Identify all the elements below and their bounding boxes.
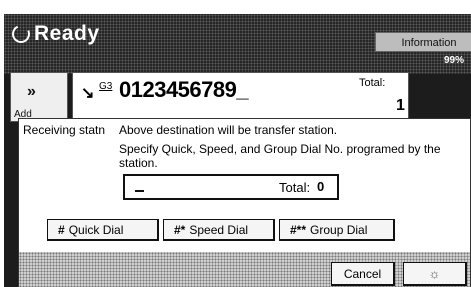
group-dial-icon: #** [290, 223, 307, 237]
group-dial-label: Group Dial [310, 223, 368, 237]
input-cursor [135, 190, 144, 192]
input-total-label: Total: [279, 180, 311, 195]
quick-dial-icon: # [58, 223, 65, 237]
quick-dial-button[interactable]: # Quick Dial [47, 219, 159, 241]
speed-dial-button[interactable]: #* Speed Dial [163, 219, 275, 241]
total-value: 1 [396, 97, 405, 114]
total-label: Total: [359, 77, 386, 89]
fax-number: 0123456789_ [119, 77, 249, 102]
status-title: Ready [34, 22, 100, 45]
copier-screen: Ready Information 99% » Add ↘ G3 0123456… [4, 14, 471, 287]
quick-dial-label: Quick Dial [68, 223, 124, 237]
group-dial-button[interactable]: #** Group Dial [279, 219, 395, 241]
speed-dial-icon: #* [174, 223, 186, 237]
memory-percent: 99% [444, 55, 465, 66]
receiving-station-dialog: Receiving statn Above destination will b… [18, 118, 471, 287]
dialog-message-line1: Above destination will be transfer stati… [119, 123, 338, 137]
ok-button[interactable]: ☼ [403, 262, 467, 286]
add-arrow-icon: » [27, 83, 36, 100]
dial-number-input[interactable]: Total: 0 [123, 174, 339, 200]
add-destination-button[interactable]: » Add [10, 72, 68, 122]
speed-dial-label: Speed Dial [189, 223, 249, 237]
dialog-message-line2: Specify Quick, Speed, and Group Dial No.… [119, 142, 441, 170]
cancel-button[interactable]: Cancel [331, 262, 395, 286]
dialog-title: Receiving statn [23, 123, 106, 137]
title-bar: Ready Information 99% [4, 14, 471, 74]
phone-icon: ↘ [81, 85, 95, 102]
information-button[interactable]: Information [375, 32, 471, 52]
port-label: G3 [99, 81, 113, 92]
ready-status-icon [9, 22, 33, 46]
input-total-value: 0 [317, 179, 325, 194]
destination-field[interactable]: ↘ G3 0123456789_ Total: 1 [72, 72, 409, 122]
